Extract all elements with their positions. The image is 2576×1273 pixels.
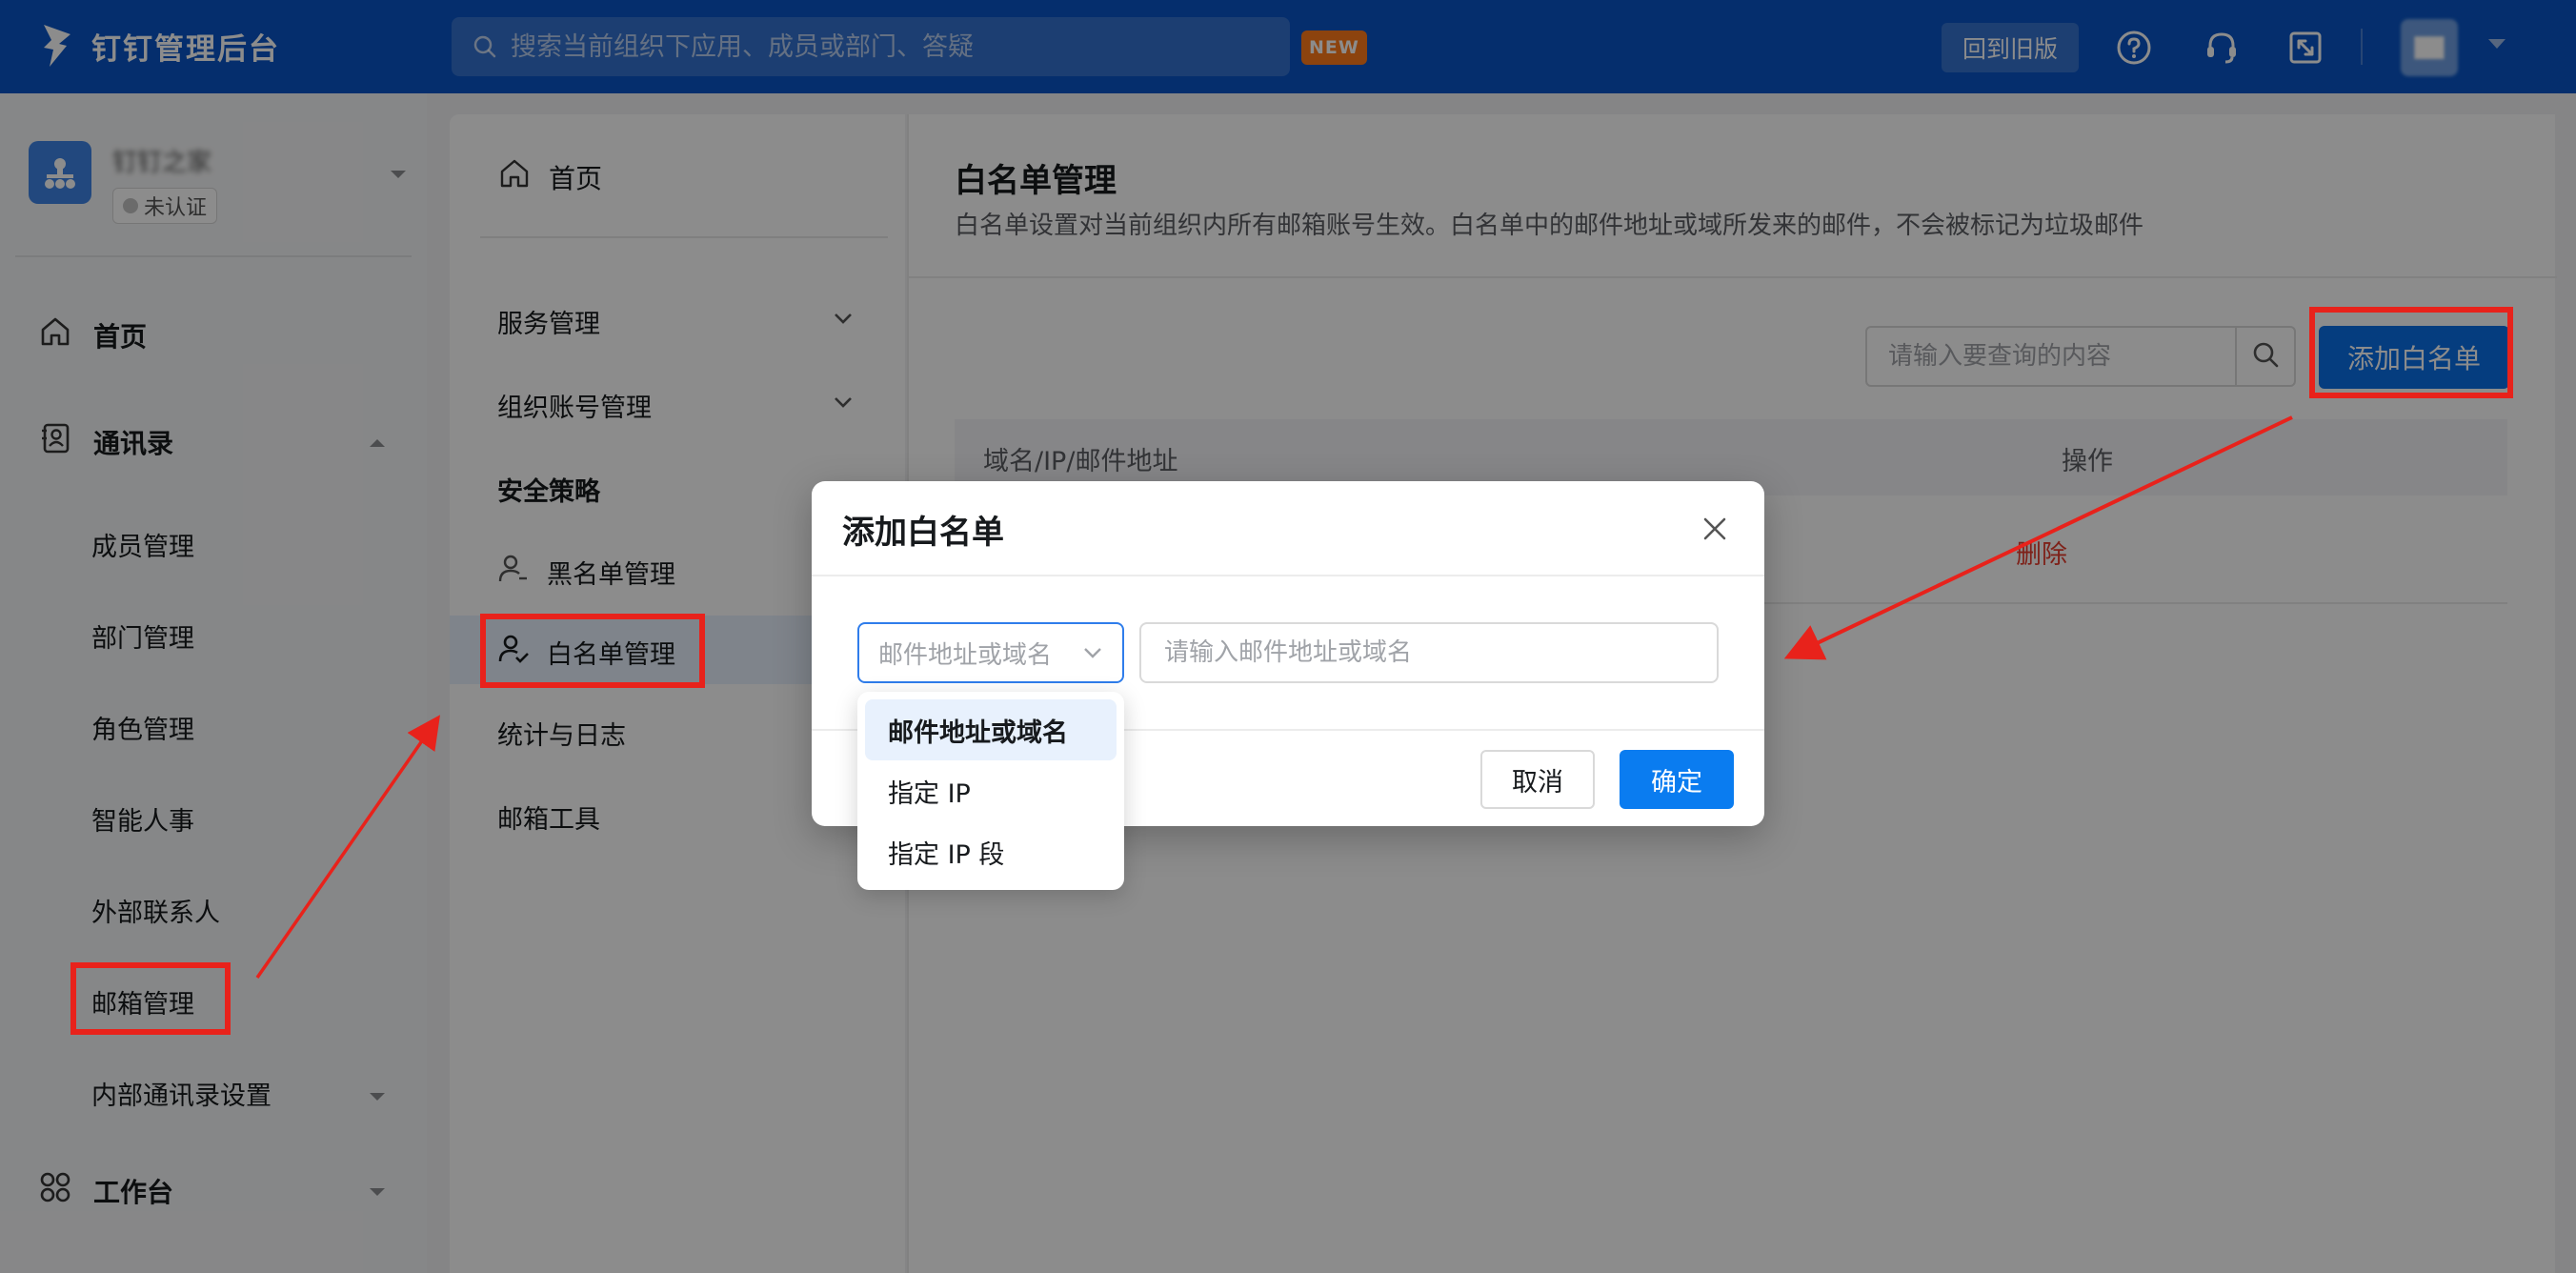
type-dropdown: 邮件地址或域名 指定 IP 指定 IP 段 bbox=[857, 692, 1124, 890]
type-select-value: 邮件地址或域名 bbox=[878, 640, 1053, 670]
dropdown-option-ip-range[interactable]: 指定 IP 段 bbox=[865, 821, 1117, 882]
annotation-box-whitelist bbox=[480, 614, 705, 688]
cancel-button[interactable]: 取消 bbox=[1480, 750, 1595, 809]
modal-header-divider bbox=[812, 575, 1764, 576]
confirm-button[interactable]: 确定 bbox=[1620, 750, 1734, 809]
annotation-box-mailbox bbox=[70, 962, 231, 1035]
dropdown-option-email-domain[interactable]: 邮件地址或域名 bbox=[865, 699, 1117, 760]
annotation-box-add-button bbox=[2309, 307, 2513, 398]
type-select[interactable]: 邮件地址或域名 bbox=[857, 622, 1124, 683]
email-or-domain-input[interactable] bbox=[1139, 622, 1719, 683]
modal-title: 添加白名单 bbox=[842, 514, 1004, 552]
close-icon[interactable] bbox=[1696, 510, 1734, 548]
chevron-down-icon bbox=[1082, 641, 1103, 671]
dropdown-option-ip[interactable]: 指定 IP bbox=[865, 760, 1117, 821]
